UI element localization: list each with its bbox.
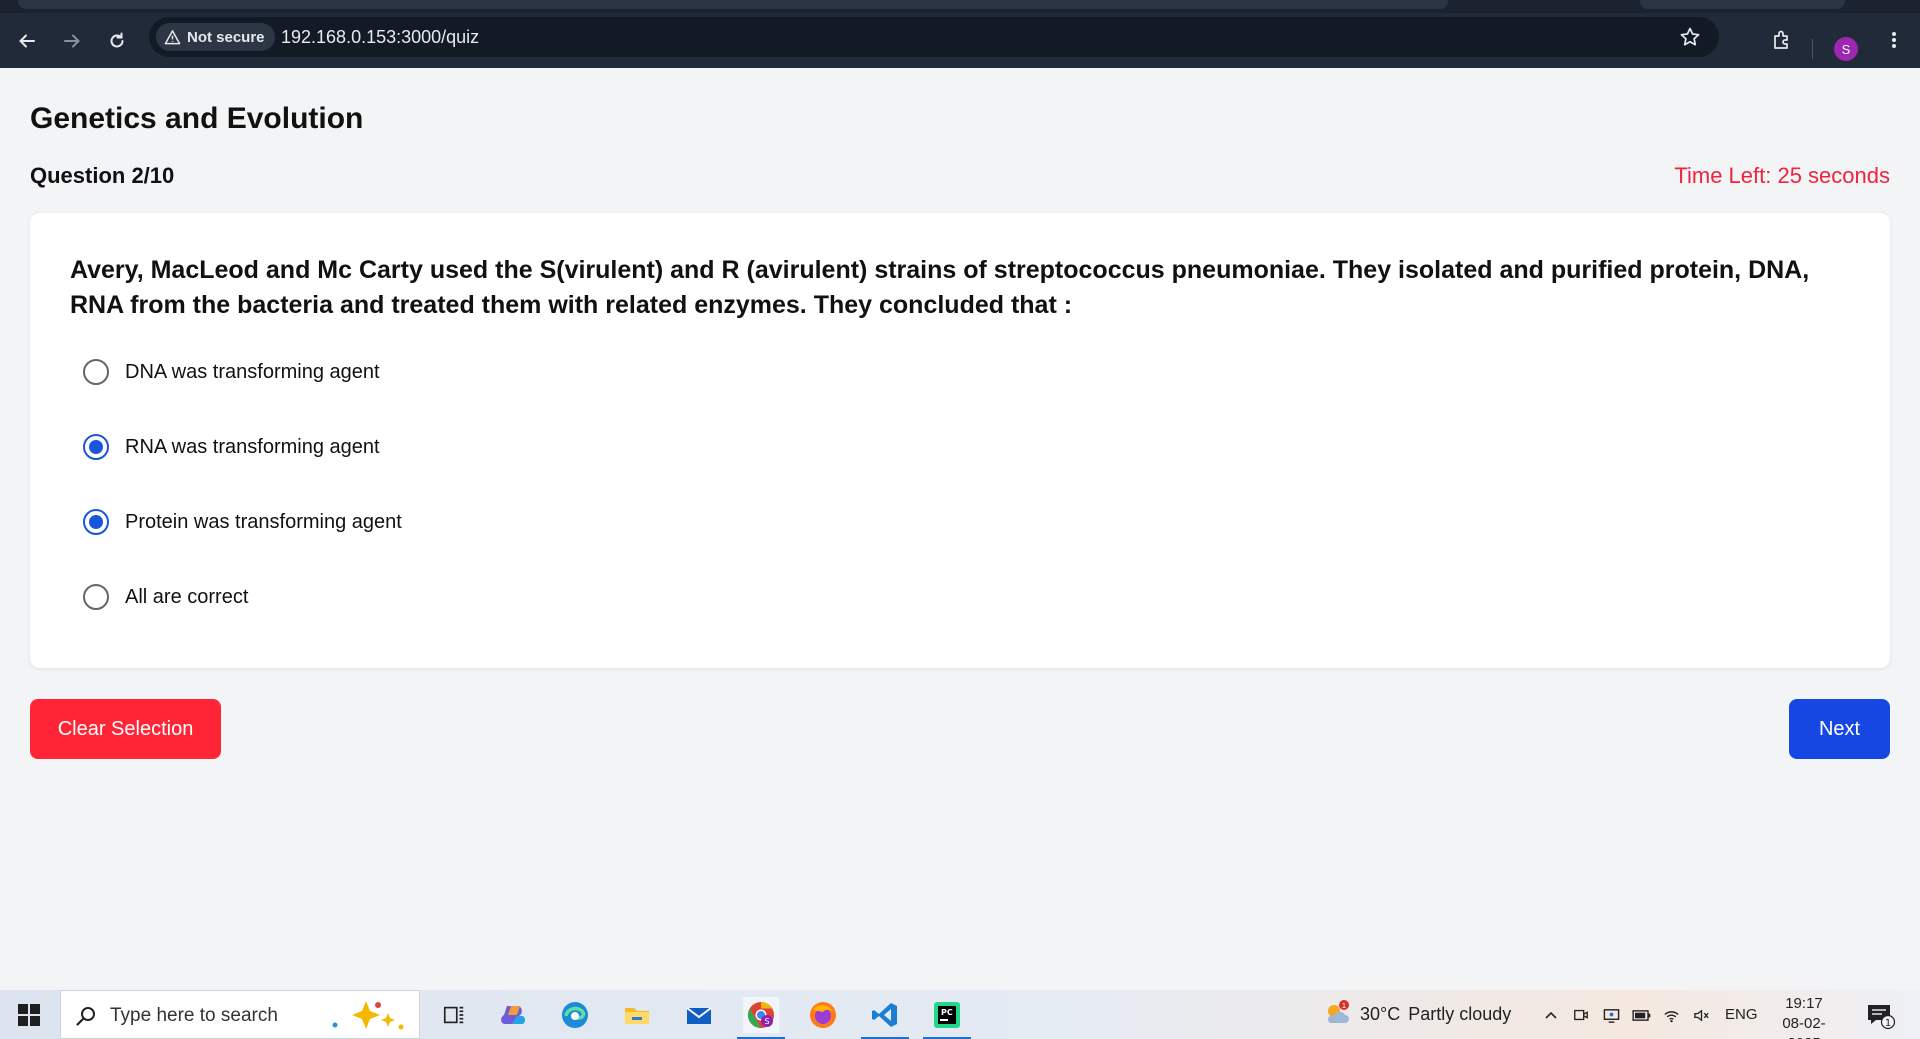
quiz-title: Genetics and Evolution: [30, 102, 364, 135]
battery-icon: [1631, 1009, 1650, 1021]
option-label: DNA was transforming agent: [125, 360, 380, 383]
option-label: All are correct: [125, 585, 249, 608]
taskbar-search[interactable]: Type here to search: [60, 990, 420, 1039]
option-radio[interactable]: [83, 584, 109, 610]
option-radio[interactable]: [83, 434, 109, 460]
svg-text:S: S: [764, 1017, 769, 1026]
option-radio[interactable]: [83, 359, 109, 385]
mail-icon: [686, 1007, 712, 1024]
option-radio[interactable]: [83, 509, 109, 535]
browser-toolbar: Not secure 192.168.0.153:3000/quiz S: [0, 13, 1920, 68]
folder-icon: [625, 1008, 649, 1024]
reload-button[interactable]: [103, 27, 131, 55]
notification-count: 1: [1885, 1018, 1891, 1029]
quiz-page: Genetics and Evolution Question 2/10 Tim…: [0, 68, 1920, 990]
security-label: Not secure: [187, 28, 265, 46]
clock[interactable]: 19:17 08-02-2025: [1769, 994, 1839, 1039]
puzzle-icon: [1774, 30, 1788, 49]
search-icon: [76, 1007, 95, 1026]
monitor-icon: [1603, 1008, 1619, 1023]
copilot-app[interactable]: [496, 997, 532, 1033]
display-tray[interactable]: [1600, 1004, 1622, 1026]
browser-chrome: Not secure 192.168.0.153:3000/quiz S: [0, 0, 1920, 68]
search-highlight-sparkle-icon: [332, 1001, 404, 1030]
task-view-button[interactable]: [436, 997, 472, 1033]
battery-tray[interactable]: [1630, 1004, 1652, 1026]
weather-desc: Partly cloudy: [1408, 1003, 1512, 1024]
copilot-icon: [501, 1006, 525, 1024]
security-indicator[interactable]: Not secure: [156, 23, 275, 51]
back-button[interactable]: [13, 27, 41, 55]
show-hidden-icons-button[interactable]: [1540, 1004, 1562, 1026]
edge-app[interactable]: [557, 997, 593, 1033]
kebab-menu-icon: [1892, 32, 1896, 48]
volume-tray[interactable]: [1690, 1004, 1712, 1026]
option-1[interactable]: DNA was transforming agent: [83, 357, 380, 387]
time-left: Time Left: 25 seconds: [1674, 163, 1890, 188]
option-4[interactable]: All are correct: [83, 582, 248, 612]
option-2[interactable]: RNA was transforming agent: [83, 432, 380, 462]
weather-alert-badge: 1: [1342, 1002, 1346, 1010]
camera-icon: [1574, 1009, 1588, 1021]
chrome-app[interactable]: S: [737, 997, 785, 1039]
windows-start-icon[interactable]: [18, 1004, 40, 1026]
mail-app[interactable]: [681, 997, 717, 1033]
firefox-icon: [810, 1002, 836, 1028]
tab-strip: [0, 0, 1920, 13]
bookmark-star-icon[interactable]: [1679, 26, 1701, 48]
meet-now-tray[interactable]: [1570, 1004, 1592, 1026]
toolbar-divider: [1812, 39, 1813, 59]
weather-temp: 30°C: [1360, 1003, 1401, 1024]
file-explorer-app[interactable]: [619, 997, 655, 1033]
active-tab-edge[interactable]: [18, 0, 1448, 9]
chevron-up-icon: [1545, 1011, 1557, 1019]
clear-selection-button[interactable]: Clear Selection: [30, 699, 221, 759]
question-card: Avery, MacLeod and Mc Carty used the S(v…: [30, 213, 1890, 668]
taskbar: Type here to search S PC 1 30°C Partly c…: [0, 990, 1920, 1039]
next-button[interactable]: Next: [1789, 699, 1890, 759]
tab-edge[interactable]: [1640, 0, 1845, 9]
browser-menu-button[interactable]: [1880, 26, 1908, 54]
option-label: RNA was transforming agent: [125, 435, 380, 458]
wifi-icon: [1663, 1010, 1679, 1022]
warning-triangle-icon: [164, 29, 181, 44]
reload-icon: [110, 32, 124, 48]
vscode-icon: [872, 1003, 897, 1027]
language-indicator[interactable]: ENG: [1725, 1006, 1758, 1023]
chrome-profile-icon: S: [747, 1001, 774, 1029]
extensions-button[interactable]: [1768, 26, 1796, 54]
wifi-tray[interactable]: [1660, 1004, 1682, 1026]
partly-cloudy-icon: 1: [1327, 1000, 1349, 1023]
task-view-icon: [443, 1006, 464, 1024]
clock-time: 19:17: [1785, 995, 1823, 1012]
svg-text:PC: PC: [941, 1008, 953, 1017]
question-counter: Question 2/10: [30, 163, 175, 188]
url-text[interactable]: 192.168.0.153:3000/quiz: [281, 27, 479, 48]
question-text: Avery, MacLeod and Mc Carty used the S(v…: [70, 256, 1810, 319]
edge-icon: [562, 1002, 588, 1028]
weather-widget[interactable]: 1 30°C Partly cloudy: [1322, 999, 1511, 1029]
pycharm-app[interactable]: PC: [923, 997, 971, 1039]
vscode-app[interactable]: [861, 997, 909, 1039]
search-placeholder: Type here to search: [110, 1005, 278, 1026]
back-arrow-icon: [19, 34, 35, 48]
option-3[interactable]: Protein was transforming agent: [83, 507, 402, 537]
forward-arrow-icon: [64, 34, 80, 48]
firefox-app[interactable]: [805, 997, 841, 1033]
address-bar[interactable]: Not secure 192.168.0.153:3000/quiz: [149, 17, 1719, 57]
clock-date: 08-02-2025: [1782, 1015, 1826, 1039]
pycharm-icon: PC: [934, 1002, 960, 1028]
option-label: Protein was transforming agent: [125, 510, 402, 533]
notifications-icon[interactable]: 1: [1866, 1002, 1896, 1030]
profile-avatar[interactable]: S: [1834, 37, 1858, 61]
volume-muted-icon: [1693, 1008, 1709, 1022]
forward-button[interactable]: [58, 27, 86, 55]
